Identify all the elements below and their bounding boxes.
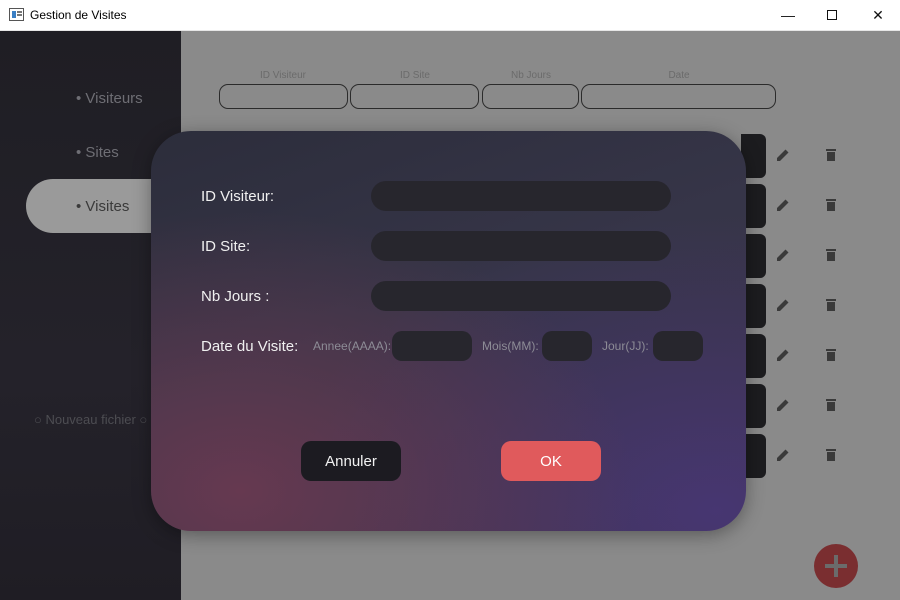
trash-icon[interactable] [823,397,839,413]
trash-icon[interactable] [823,347,839,363]
sidebar-item-visites[interactable]: • Visites [76,198,129,215]
id-site-field[interactable] [371,231,671,261]
mois-field[interactable] [542,331,592,361]
trash-icon[interactable] [823,247,839,263]
trash-icon[interactable] [823,297,839,313]
maximize-icon [827,10,837,20]
annee-field[interactable] [392,331,472,361]
close-icon: ✕ [872,6,884,23]
label-date-visite: Date du Visite: [201,338,299,355]
trash-icon[interactable] [823,447,839,463]
new-file-link[interactable]: ○ Nouveau fichier ○ [34,412,147,427]
add-visit-dialog: ID Visiteur: ID Site: Nb Jours : Date du… [151,131,746,531]
nb-jours-field[interactable] [371,281,671,311]
minimize-icon: — [781,7,795,23]
trash-icon[interactable] [823,147,839,163]
maximize-button[interactable] [809,0,855,30]
minimize-button[interactable]: — [765,0,811,30]
label-jour: Jour(JJ): [602,339,649,353]
filter-label-id-site: ID Site [399,70,430,81]
label-annee: Annee(AAAA): [313,339,392,353]
label-nb-jours: Nb Jours : [201,288,270,305]
pencil-icon[interactable] [775,297,791,313]
close-button[interactable]: ✕ [855,0,900,30]
filter-label-id-visiteur: ID Visiteur [260,70,306,81]
pencil-icon[interactable] [775,147,791,163]
ok-button[interactable]: OK [501,441,601,481]
pencil-icon[interactable] [775,347,791,363]
filter-input-nb-jours[interactable] [482,84,579,109]
title-bar: Gestion de Visites — ✕ [0,0,900,31]
label-mois: Mois(MM): [482,339,539,353]
label-id-visiteur: ID Visiteur: [201,188,275,205]
id-visiteur-field[interactable] [371,181,671,211]
add-visit-button[interactable] [814,544,858,588]
pencil-icon[interactable] [775,447,791,463]
sidebar-item-sites[interactable]: • Sites [76,144,119,161]
label-id-site: ID Site: [201,238,251,255]
window-title: Gestion de Visites [30,8,127,22]
filter-label-date: Date [668,70,690,81]
filter-input-id-site[interactable] [350,84,479,109]
pencil-icon[interactable] [775,397,791,413]
app-icon [9,8,24,21]
filter-input-date[interactable] [581,84,776,109]
cancel-button[interactable]: Annuler [301,441,401,481]
pencil-icon[interactable] [775,197,791,213]
trash-icon[interactable] [823,197,839,213]
filter-input-id-visiteur[interactable] [219,84,348,109]
jour-field[interactable] [653,331,703,361]
sidebar-item-visiteurs[interactable]: • Visiteurs [76,90,143,107]
filter-label-nb-jours: Nb Jours [510,70,551,81]
pencil-icon[interactable] [775,247,791,263]
